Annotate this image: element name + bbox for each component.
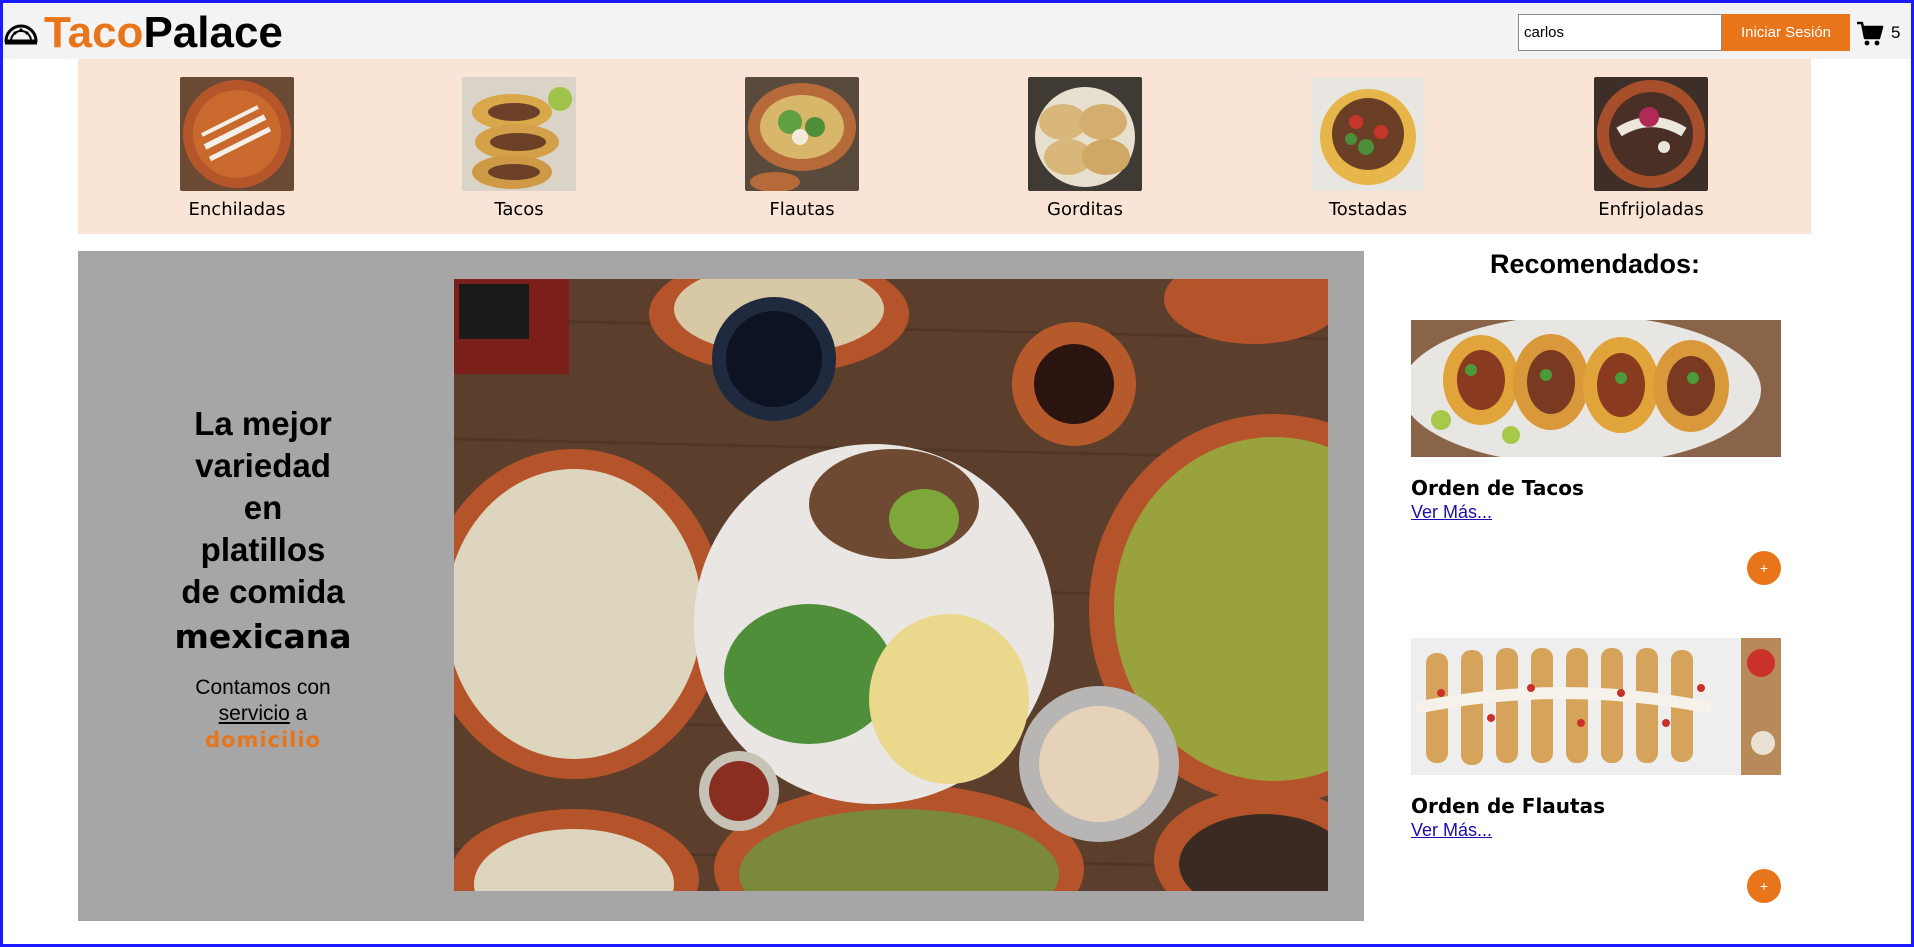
hero-food-photo — [454, 279, 1328, 891]
hero-subtitle: Contamos con servicio a domicilio — [163, 675, 363, 754]
hero-title-line: platillos — [200, 531, 326, 568]
search-input[interactable] — [1518, 14, 1722, 51]
category-label: Flautas — [769, 199, 835, 220]
category-label: Tostadas — [1328, 199, 1408, 220]
recommended-card: Orden de Tacos Ver Más... + — [1401, 315, 1781, 585]
hero-title-line: La mejor — [194, 405, 332, 442]
category-strip: Enchiladas Tacos Flautas Gorditas Tostad… — [78, 59, 1811, 234]
hero-sub-text: Contamos con — [195, 676, 331, 699]
category-label: Enfrijoladas — [1598, 199, 1704, 220]
hero-text: La mejor variedad en platillos de comida… — [163, 403, 363, 754]
hero-service-link[interactable]: servicio — [219, 702, 290, 725]
category-tostadas[interactable]: Tostadas — [1278, 77, 1458, 220]
category-label: Tacos — [494, 199, 544, 220]
recommended-card: Orden de Flautas Ver Más... + — [1411, 638, 1781, 903]
category-flautas[interactable]: Flautas — [712, 77, 892, 220]
add-to-cart-button[interactable]: + — [1747, 551, 1781, 585]
brand-taco: Taco — [44, 8, 144, 57]
product-name: Orden de Tacos — [1411, 476, 1584, 500]
category-image — [1311, 77, 1425, 191]
hero-sub-text: a — [295, 702, 308, 725]
category-image — [180, 77, 294, 191]
category-image — [1594, 77, 1708, 191]
brand-palace: Palace — [143, 8, 283, 57]
recommended-title: Recomendados: — [1489, 249, 1701, 279]
cart-count-badge: 5 — [1891, 23, 1901, 42]
product-name: Orden de Flautas — [1411, 794, 1606, 818]
hero-title-line: variedad — [195, 447, 331, 484]
top-navbar: TacoPalace Iniciar Sesión 5 — [3, 3, 1911, 59]
hero-emphasis: mexicana — [174, 617, 352, 656]
login-button[interactable]: Iniciar Sesión — [1722, 14, 1850, 51]
category-image — [745, 77, 859, 192]
product-image[interactable] — [1411, 638, 1781, 775]
category-gorditas[interactable]: Gorditas — [995, 77, 1175, 220]
see-more-link[interactable]: Ver Más... — [1411, 820, 1492, 841]
category-enfrijoladas[interactable]: Enfrijoladas — [1561, 77, 1741, 220]
hero-title-line: en — [243, 489, 283, 526]
hero-delivery-text: domicilio — [204, 728, 321, 752]
hero-banner: La mejor variedad en platillos de comida… — [78, 251, 1364, 921]
category-image — [462, 77, 576, 191]
category-image — [1028, 77, 1142, 191]
shopping-cart-icon[interactable] — [1856, 21, 1884, 47]
taco-logo-icon — [4, 24, 38, 45]
see-more-link[interactable]: Ver Más... — [1411, 502, 1492, 523]
category-tacos[interactable]: Tacos — [429, 77, 609, 220]
add-to-cart-button[interactable]: + — [1747, 869, 1781, 903]
category-label: Enchiladas — [188, 199, 286, 220]
brand-logo[interactable]: TacoPalace — [44, 7, 283, 59]
category-label: Gorditas — [1047, 199, 1123, 220]
product-image[interactable] — [1401, 315, 1781, 465]
category-enchiladas[interactable]: Enchiladas — [147, 77, 327, 220]
hero-title-line: de comida — [181, 573, 345, 610]
